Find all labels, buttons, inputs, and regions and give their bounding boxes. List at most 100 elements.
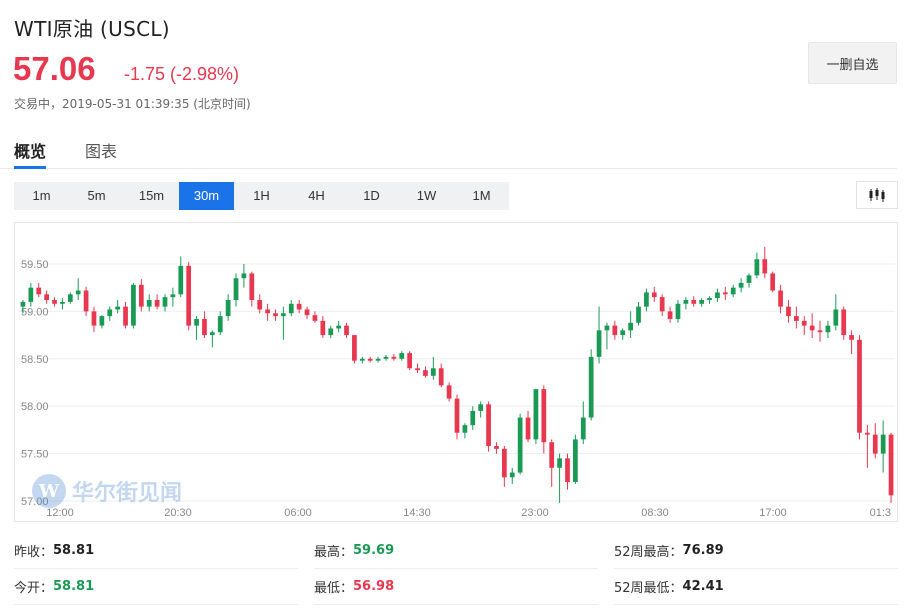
candle: [367, 356, 373, 363]
candle: [880, 420, 886, 473]
candle: [209, 330, 215, 348]
candle: [391, 354, 397, 361]
candle: [304, 306, 310, 319]
instrument-title: WTI原油 (USCL): [14, 17, 170, 41]
candle: [849, 330, 854, 355]
candle: [801, 316, 807, 336]
quote-stats: 昨收： 58.81 最高： 59.69 52周最高： 76.89 今开： 58.81 最…: [0, 533, 909, 610]
candle: [178, 256, 184, 298]
candle: [644, 288, 649, 312]
candle: [478, 401, 484, 418]
candle: [288, 299, 294, 317]
candle: [865, 425, 870, 468]
candle: [28, 282, 34, 307]
candle: [91, 306, 97, 333]
candle: [257, 294, 263, 314]
candle: [659, 294, 665, 317]
candlestick-icon: [869, 188, 885, 202]
period-4h[interactable]: 4H: [289, 182, 344, 210]
candle: [573, 434, 578, 484]
candle: [75, 278, 81, 300]
candle: [580, 401, 586, 445]
candle: [817, 320, 823, 342]
price-change: -1.75 (-2.98%): [124, 64, 240, 84]
stat-prev-close: 昨收： 58.81: [14, 533, 298, 569]
stat-value: 42.41: [682, 579, 724, 594]
candle: [36, 282, 42, 298]
candle: [888, 432, 894, 503]
stat-open: 今开： 58.81: [14, 569, 298, 605]
candle: [446, 382, 452, 402]
candle: [407, 351, 413, 371]
stat-52w-high: 52周最高： 76.89: [614, 533, 898, 569]
period-30m[interactable]: 30m: [179, 182, 234, 210]
stat-high: 最高： 59.69: [314, 533, 598, 569]
x-tick-label: 23:00: [521, 507, 549, 519]
candle: [722, 286, 728, 300]
candle: [154, 294, 160, 310]
period-5m[interactable]: 5m: [69, 182, 124, 210]
period-1mo[interactable]: 1M: [454, 182, 509, 210]
candle: [596, 306, 602, 364]
candle: [107, 306, 113, 321]
candle: [194, 316, 199, 340]
candle: [328, 325, 334, 338]
candle: [336, 320, 341, 333]
tab-chart[interactable]: 图表: [85, 138, 117, 162]
candle: [517, 413, 523, 475]
stat-low: 最低： 56.98: [314, 569, 598, 605]
candle: [312, 311, 318, 323]
candle: [557, 453, 562, 503]
candle: [486, 401, 491, 452]
stat-value: 56.98: [353, 579, 395, 594]
stat-label: 最高：: [314, 545, 354, 560]
candle: [778, 284, 783, 314]
period-selector: 1m 5m 15m 30m 1H 4H 1D 1W 1M: [14, 182, 509, 210]
candle: [375, 356, 381, 363]
period-1m[interactable]: 1m: [14, 182, 69, 210]
candle: [857, 335, 862, 440]
candle: [202, 311, 207, 338]
candle: [320, 316, 326, 338]
candle: [123, 301, 128, 329]
candle: [715, 288, 720, 302]
period-1d[interactable]: 1D: [344, 182, 399, 210]
stat-label: 最低：: [314, 581, 354, 596]
stat-value: 58.81: [53, 579, 95, 594]
active-tab-indicator: [14, 166, 46, 169]
candle: [146, 294, 152, 312]
candle: [588, 349, 594, 421]
candle: [470, 406, 476, 430]
candle: [730, 284, 736, 298]
chart-type-button[interactable]: [856, 181, 898, 209]
candle: [217, 311, 223, 336]
candle: [691, 296, 697, 307]
period-1w[interactable]: 1W: [399, 182, 454, 210]
candle: [52, 297, 57, 307]
candle: [612, 320, 618, 340]
candle: [138, 279, 144, 312]
candle: [131, 282, 136, 329]
candle: [423, 366, 428, 378]
candle: [494, 442, 499, 454]
remove-watchlist-button[interactable]: 一删自选: [808, 42, 897, 84]
x-tick-label: 06:00: [284, 507, 312, 519]
y-tick-label: 58.50: [21, 354, 49, 366]
x-tick-label: 17:00: [759, 507, 787, 519]
candle: [620, 328, 626, 340]
tab-overview[interactable]: 概览: [14, 138, 46, 162]
candle: [415, 363, 420, 373]
candle: [754, 252, 760, 279]
candle: [462, 423, 468, 439]
candle: [833, 294, 839, 331]
candle: [549, 439, 555, 487]
candle: [44, 290, 49, 304]
candle: [430, 356, 436, 380]
x-tick-label: 01:3: [870, 507, 891, 519]
y-tick-label: 58.00: [21, 401, 49, 413]
candle: [628, 311, 633, 338]
period-15m[interactable]: 15m: [124, 182, 179, 210]
period-1h[interactable]: 1H: [234, 182, 289, 210]
trading-status: 交易中，2019-05-31 01:39:35 (北京时间): [14, 97, 251, 111]
y-tick-label: 59.50: [21, 259, 49, 271]
